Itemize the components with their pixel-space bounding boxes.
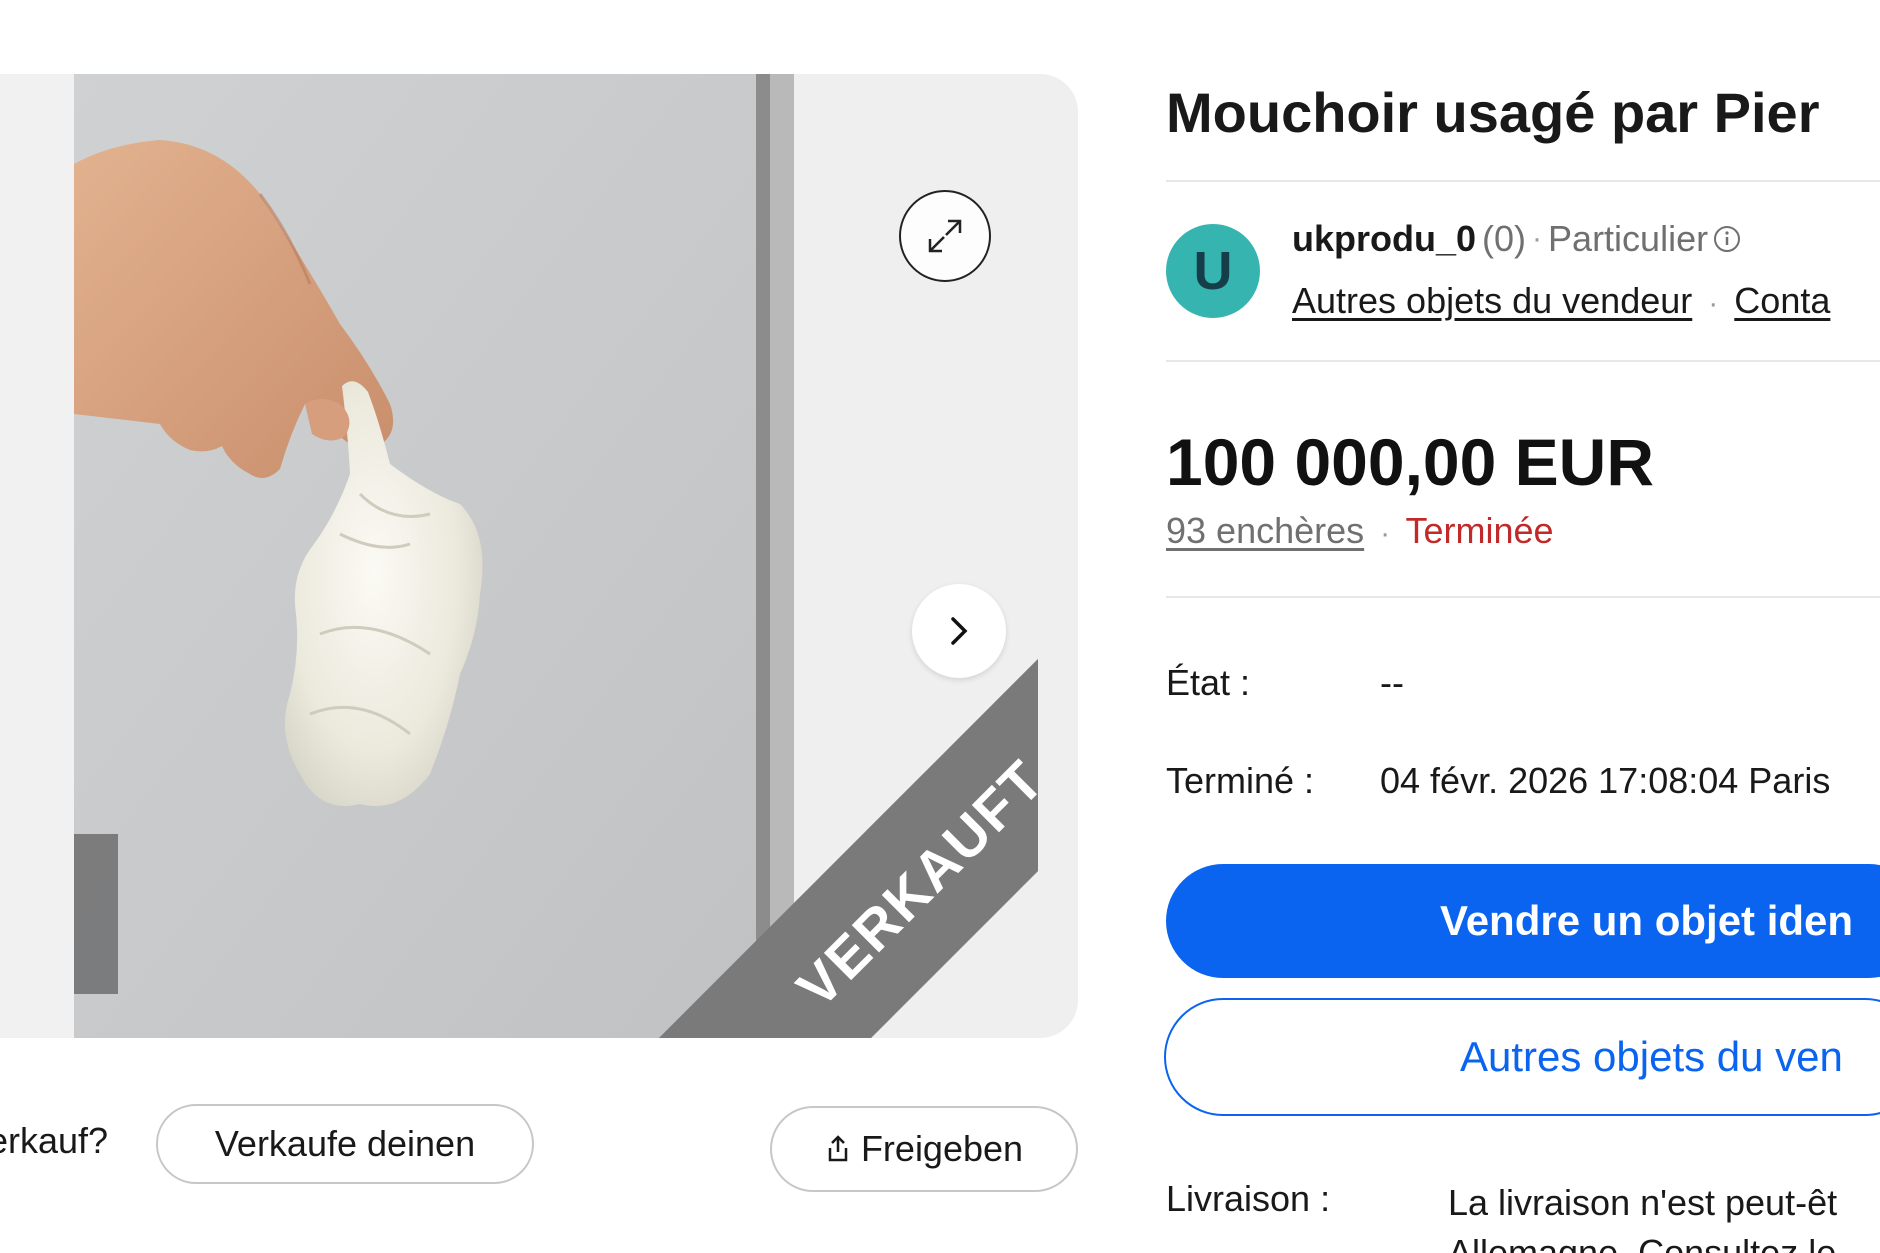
condition-value: -- <box>1380 662 1404 703</box>
sell-yours-label: Verkaufe deinen <box>214 1123 476 1164</box>
seller-info: ukprodu_0 (0) · Particulier <box>1292 218 1742 260</box>
divider <box>1166 180 1880 182</box>
divider <box>1166 360 1880 362</box>
auction-status: Terminée <box>1405 510 1554 551</box>
other-items-button[interactable]: Autres objets du ven <box>1164 998 1880 1116</box>
separator-dot: · <box>1380 517 1391 550</box>
image-gallery[interactable]: VERKAUFT <box>0 74 1078 1038</box>
delivery-label: Livraison : <box>1166 1178 1331 1219</box>
expand-image-button[interactable] <box>899 190 991 282</box>
info-icon[interactable] <box>1712 224 1742 254</box>
bids-link[interactable]: 93 enchères <box>1166 510 1364 551</box>
contact-seller-link[interactable]: Conta <box>1734 280 1830 321</box>
price: 100 000,00 EUR <box>1166 425 1655 499</box>
separator-dot: · <box>1708 287 1719 320</box>
avatar-letter: U <box>1193 241 1233 301</box>
sell-yours-button[interactable]: Verkaufe deinen <box>156 1104 534 1184</box>
avatar[interactable]: U <box>1166 224 1260 318</box>
seller-type: Particulier <box>1548 218 1709 259</box>
other-items-link[interactable]: Autres objets du vendeur <box>1292 280 1692 321</box>
seller-links: Autres objets du vendeur · Conta <box>1292 280 1830 322</box>
seller-name[interactable]: ukprodu_0 <box>1292 218 1476 260</box>
condition-label: État : <box>1166 662 1251 703</box>
bids-status-line: 93 enchères · Terminée <box>1166 510 1554 552</box>
listing-page: VERKAUFT erkauf? Verkaufe deinen Freigeb… <box>0 0 1880 1253</box>
chevron-right-icon <box>951 617 968 645</box>
sell-similar-label: Vendre un objet iden <box>1440 897 1854 944</box>
expand-arrows-icon <box>928 219 962 253</box>
share-button[interactable]: Freigeben <box>770 1106 1078 1192</box>
sell-similar-button[interactable]: Vendre un objet iden <box>1166 864 1880 978</box>
ended-value: 04 févr. 2026 17:08:04 Paris <box>1380 760 1831 801</box>
sell-prompt-text: erkauf? <box>0 1120 109 1161</box>
delivery-text: La livraison n'est peut-êt Allemagne. Co… <box>1448 1182 1838 1253</box>
ended-label: Terminé : <box>1166 760 1315 801</box>
share-icon <box>825 1134 851 1164</box>
next-image-button[interactable] <box>912 584 1006 678</box>
share-label: Freigeben <box>860 1128 1024 1169</box>
seller-rating: (0) <box>1482 218 1527 259</box>
divider <box>1166 596 1880 598</box>
other-items-label: Autres objets du ven <box>1460 1033 1843 1080</box>
separator-dot: · <box>1532 222 1543 255</box>
listing-title: Mouchoir usagé par Pier <box>1166 81 1820 144</box>
